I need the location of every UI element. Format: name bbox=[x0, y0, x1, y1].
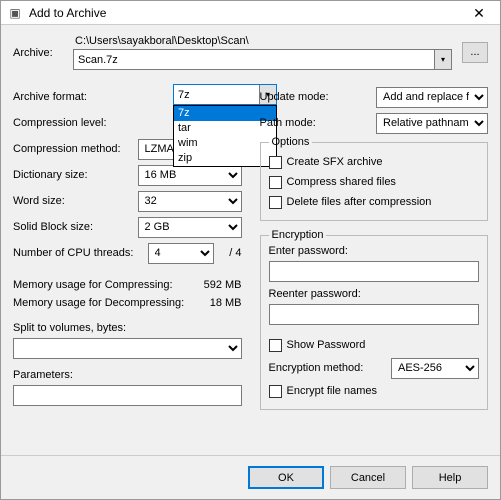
browse-button[interactable]: ... bbox=[462, 42, 488, 63]
update-mode-row: Update mode: Add and replace files bbox=[260, 84, 489, 110]
mem-compress-value: 592 MB bbox=[204, 279, 242, 291]
titlebar: ▣ Add to Archive ✕ bbox=[1, 1, 500, 25]
cpu-threads-row: Number of CPU threads: 4 / 4 bbox=[13, 240, 242, 266]
split-label: Split to volumes, bytes: bbox=[13, 322, 242, 338]
path-mode-row: Path mode: Relative pathnames bbox=[260, 110, 489, 136]
mem-decompress-label: Memory usage for Decompressing: bbox=[13, 297, 210, 309]
archive-row: Archive: C:\Users\sayakboral\Desktop\Sca… bbox=[13, 35, 488, 70]
encryption-group: Encryption Enter password: Reenter passw… bbox=[260, 229, 489, 410]
update-mode-select[interactable]: Add and replace files bbox=[376, 87, 488, 108]
solid-block-size-label: Solid Block size: bbox=[13, 221, 138, 233]
dictionary-size-label: Dictionary size: bbox=[13, 169, 138, 181]
dictionary-size-select[interactable]: 16 MB bbox=[138, 165, 242, 186]
cancel-button[interactable]: Cancel bbox=[330, 466, 406, 489]
split-select[interactable] bbox=[13, 338, 242, 359]
right-column: Update mode: Add and replace files Path … bbox=[260, 84, 489, 418]
shared-checkbox[interactable] bbox=[269, 176, 282, 189]
options-legend: Options bbox=[269, 136, 313, 148]
encryption-legend: Encryption bbox=[269, 229, 327, 241]
show-password-checkbox[interactable] bbox=[269, 339, 282, 352]
word-size-row: Word size: 32 bbox=[13, 188, 242, 214]
delete-after-label: Delete files after compression bbox=[287, 196, 432, 208]
archive-path: C:\Users\sayakboral\Desktop\Scan\ bbox=[73, 35, 452, 49]
archive-filename-input[interactable] bbox=[73, 49, 435, 70]
archive-dropdown-button[interactable]: ▾ bbox=[435, 49, 452, 70]
cpu-threads-total: / 4 bbox=[214, 247, 242, 259]
options-group: Options Create SFX archive Compress shar… bbox=[260, 136, 489, 221]
mem-compress-row: Memory usage for Compressing: 592 MB bbox=[13, 276, 242, 294]
path-mode-label: Path mode: bbox=[260, 117, 377, 129]
compression-method-label: Compression method: bbox=[13, 143, 138, 155]
solid-block-size-select[interactable]: 2 GB bbox=[138, 217, 242, 238]
window-title: Add to Archive bbox=[29, 6, 458, 20]
ok-button[interactable]: OK bbox=[248, 466, 324, 489]
button-bar: OK Cancel Help bbox=[1, 455, 500, 499]
encryption-method-select[interactable]: AES-256 bbox=[391, 358, 479, 379]
mem-compress-label: Memory usage for Compressing: bbox=[13, 279, 204, 291]
help-button[interactable]: Help bbox=[412, 466, 488, 489]
show-password-label: Show Password bbox=[287, 339, 366, 351]
encryption-method-label: Encryption method: bbox=[269, 362, 392, 374]
solid-block-size-row: Solid Block size: 2 GB bbox=[13, 214, 242, 240]
sfx-checkbox[interactable] bbox=[269, 156, 282, 169]
shared-label: Compress shared files bbox=[287, 176, 396, 188]
word-size-label: Word size: bbox=[13, 195, 138, 207]
enter-password-label: Enter password: bbox=[269, 245, 480, 261]
encrypt-names-label: Encrypt file names bbox=[287, 385, 377, 397]
mem-decompress-value: 18 MB bbox=[210, 297, 242, 309]
archive-format-value: 7z bbox=[178, 89, 190, 101]
close-button[interactable]: ✕ bbox=[458, 1, 500, 25]
sfx-label: Create SFX archive bbox=[287, 156, 383, 168]
delete-after-checkbox[interactable] bbox=[269, 196, 282, 209]
mem-decompress-row: Memory usage for Decompressing: 18 MB bbox=[13, 294, 242, 312]
parameters-label: Parameters: bbox=[13, 369, 242, 385]
parameters-input[interactable] bbox=[13, 385, 242, 406]
cpu-threads-label: Number of CPU threads: bbox=[13, 247, 148, 259]
add-to-archive-window: ▣ Add to Archive ✕ Archive: C:\Users\say… bbox=[0, 0, 501, 500]
encrypt-names-checkbox[interactable] bbox=[269, 385, 282, 398]
path-mode-select[interactable]: Relative pathnames bbox=[376, 113, 488, 134]
dialog-content: Archive: C:\Users\sayakboral\Desktop\Sca… bbox=[1, 25, 500, 455]
reenter-password-input[interactable] bbox=[269, 304, 480, 325]
cpu-threads-select[interactable]: 4 bbox=[148, 243, 214, 264]
update-mode-label: Update mode: bbox=[260, 91, 377, 103]
archive-label: Archive: bbox=[13, 47, 73, 59]
enter-password-input[interactable] bbox=[269, 261, 480, 282]
reenter-password-label: Reenter password: bbox=[269, 288, 480, 304]
word-size-select[interactable]: 32 bbox=[138, 191, 242, 212]
app-icon: ▣ bbox=[7, 5, 23, 21]
left-column: Archive format: Compression level: Compr… bbox=[13, 84, 242, 418]
